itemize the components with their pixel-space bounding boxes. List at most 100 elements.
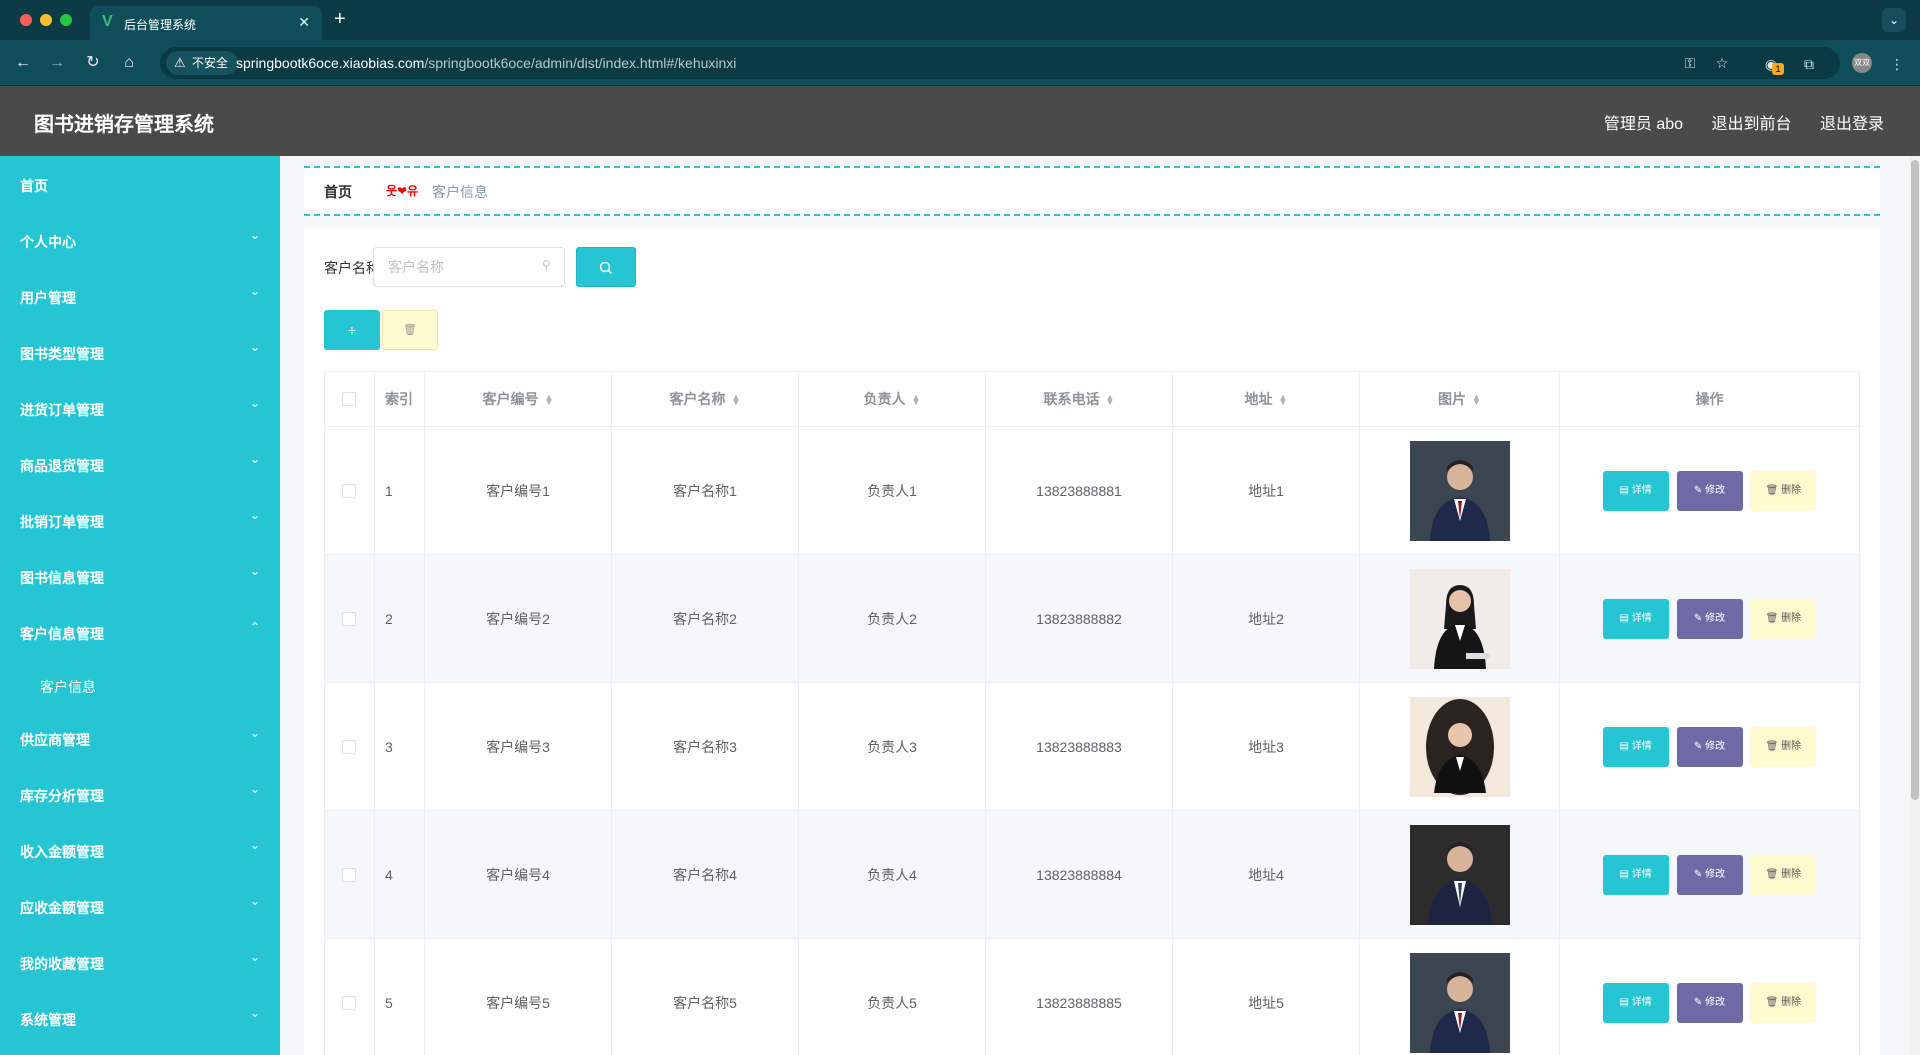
sidebar-item-inventory-analysis[interactable]: 库存分析管理 ⌄ [0, 766, 280, 822]
batch-delete-button[interactable]: 🗑 [382, 310, 438, 350]
sidebar-item-book-types[interactable]: 图书类型管理 ⌄ [0, 324, 280, 380]
header-cell-name[interactable]: 客户名称 ▲ ▼ [612, 372, 799, 426]
window-minimize-button[interactable] [40, 14, 52, 26]
tab-close-icon[interactable]: ✕ [298, 14, 310, 30]
search-input[interactable] [373, 247, 565, 287]
omnibox[interactable]: ⚠ 不安全 springbootk6oce.xiaobias.com/sprin… [160, 47, 1840, 79]
home-icon[interactable]: ⌂ [118, 52, 140, 74]
select-all-checkbox[interactable] [342, 392, 356, 406]
security-indicator[interactable]: ⚠ 不安全 [166, 51, 239, 75]
scrollbar-thumb[interactable] [1911, 160, 1919, 800]
person-silhouette-icon [1427, 841, 1492, 925]
customer-code: 客户编号5 [486, 994, 550, 1011]
sidebar-item-system[interactable]: 系统管理 ⌄ [0, 990, 280, 1046]
app-title: 图书进销存管理系统 [34, 114, 214, 136]
add-button[interactable]: + [324, 310, 380, 350]
sort-icon[interactable]: ▲ ▼ [732, 393, 741, 407]
delete-button[interactable]: 🗑 删除 [1750, 470, 1817, 511]
delete-button[interactable]: 🗑 删除 [1750, 854, 1817, 895]
window-maximize-button[interactable] [60, 14, 72, 26]
sort-icon[interactable]: ▲ ▼ [1472, 393, 1481, 407]
row-checkbox[interactable] [342, 483, 356, 498]
sort-icon[interactable]: ▲ ▼ [1279, 393, 1288, 407]
customer-photo[interactable] [1409, 824, 1510, 925]
url-text[interactable]: springbootk6oce.xiaobias.com/springbootk… [236, 55, 736, 71]
sort-icon[interactable]: ▲ ▼ [912, 393, 921, 407]
pencil-icon: ✎ [1693, 484, 1706, 496]
detail-button[interactable]: ▤ 详情 [1602, 598, 1669, 639]
row-checkbox[interactable] [342, 739, 356, 754]
sidebar-item-book-info[interactable]: 图书信息管理 ⌄ [0, 548, 280, 604]
sidebar-item-receivables[interactable]: 应收金额管理 ⌄ [0, 878, 280, 934]
sort-icon[interactable]: ▲ ▼ [1106, 393, 1115, 407]
detail-button[interactable]: ▤ 详情 [1602, 854, 1669, 895]
row-checkbox[interactable] [342, 867, 356, 882]
sidebar-item-label: 应收金额管理 [20, 900, 104, 916]
header-cell-code[interactable]: 客户编号 ▲ ▼ [425, 372, 612, 426]
header-cell-contact[interactable]: 负责人 ▲ ▼ [799, 372, 986, 426]
chevron-up-icon: ⌃ [249, 620, 260, 634]
puzzle-icon[interactable]: ⧉ [1798, 53, 1820, 75]
header-cell-address[interactable]: 地址 ▲ ▼ [1173, 372, 1360, 426]
row-checkbox[interactable] [342, 995, 356, 1010]
breadcrumb-home[interactable]: 首页 [324, 182, 352, 202]
customer-address: 地址5 [1248, 994, 1284, 1011]
search-button[interactable] [576, 247, 636, 287]
header-image-label: 图片 [1438, 391, 1467, 407]
customer-photo[interactable] [1409, 568, 1510, 669]
delete-button[interactable]: 🗑 删除 [1750, 982, 1817, 1023]
sidebar-item-purchase-orders[interactable]: 进货订单管理 ⌄ [0, 380, 280, 436]
profile-avatar[interactable]: 双双 [1852, 53, 1872, 73]
chevron-down-icon: ⌄ [249, 452, 260, 466]
window-close-button[interactable] [20, 14, 32, 26]
customer-photo[interactable] [1409, 440, 1510, 541]
star-icon[interactable]: ☆ [1712, 53, 1732, 73]
back-icon[interactable]: ← [12, 52, 34, 74]
table-header-row: 索引 客户编号 ▲ ▼ 客户名称 ▲ ▼ 负责人 ▲ ▼ 联系电话 ▲ ▼ 地址 ▲ ▼ [325, 372, 1861, 427]
detail-button[interactable]: ▤ 详情 [1602, 982, 1669, 1023]
extension-icon[interactable]: ◉ 1 [1760, 53, 1784, 75]
sidebar-item-wholesale-orders[interactable]: 批销订单管理 ⌄ [0, 492, 280, 548]
edit-button[interactable]: ✎ 修改 [1676, 854, 1743, 895]
edit-button[interactable]: ✎ 修改 [1676, 470, 1743, 511]
sidebar-item-favorites[interactable]: 我的收藏管理 ⌄ [0, 934, 280, 990]
browser-tab[interactable]: V 后台管理系统 ✕ [90, 6, 322, 40]
page-scrollbar[interactable] [1910, 156, 1920, 1055]
edit-button[interactable]: ✎ 修改 [1676, 726, 1743, 767]
row-checkbox[interactable] [342, 611, 356, 626]
extension-badge: 1 [1772, 63, 1784, 75]
to-front-link[interactable]: 退出到前台 [1712, 116, 1792, 133]
sidebar-item-personal-center[interactable]: 个人中心 ⌄ [0, 212, 280, 268]
customer-address: 地址1 [1248, 482, 1284, 499]
tab-search-icon[interactable]: ⌄ [1882, 8, 1906, 32]
sidebar-item-suppliers[interactable]: 供应商管理 ⌄ [0, 710, 280, 766]
header-cell-phone[interactable]: 联系电话 ▲ ▼ [986, 372, 1173, 426]
document-icon: ▤ [1619, 740, 1632, 752]
edit-button[interactable]: ✎ 修改 [1676, 598, 1743, 639]
cell-index: 4 [375, 811, 425, 938]
person-silhouette-icon [1429, 971, 1490, 1053]
forward-icon[interactable]: → [46, 52, 68, 74]
logout-link[interactable]: 退出登录 [1820, 116, 1884, 133]
header-cell-image[interactable]: 图片 ▲ ▼ [1360, 372, 1560, 426]
sidebar-item-users[interactable]: 用户管理 ⌄ [0, 268, 280, 324]
sidebar-subitem-customer-info[interactable]: 客户信息 [0, 660, 280, 710]
delete-button[interactable]: 🗑 删除 [1750, 726, 1817, 767]
detail-button[interactable]: ▤ 详情 [1602, 470, 1669, 511]
edit-button[interactable]: ✎ 修改 [1676, 982, 1743, 1023]
sidebar-item-returns[interactable]: 商品退货管理 ⌄ [0, 436, 280, 492]
reload-icon[interactable]: ↻ [82, 52, 104, 74]
key-icon[interactable]: ⚿ [1680, 53, 1700, 73]
customer-photo[interactable] [1409, 696, 1510, 797]
detail-button[interactable]: ▤ 详情 [1602, 726, 1669, 767]
customer-contact: 负责人3 [867, 738, 917, 755]
sidebar-item-customer-info[interactable]: 客户信息管理 ⌃ [0, 604, 280, 660]
delete-button[interactable]: 🗑 删除 [1750, 598, 1817, 639]
sidebar-item-home[interactable]: 首页 [0, 156, 280, 212]
customer-photo[interactable] [1409, 952, 1510, 1053]
sort-icon[interactable]: ▲ ▼ [545, 393, 554, 407]
new-tab-button[interactable]: + [334, 8, 346, 30]
sidebar-item-income[interactable]: 收入金额管理 ⌄ [0, 822, 280, 878]
browser-menu-icon[interactable]: ⋮ [1886, 53, 1908, 75]
chevron-down-icon: ⌄ [249, 508, 260, 522]
